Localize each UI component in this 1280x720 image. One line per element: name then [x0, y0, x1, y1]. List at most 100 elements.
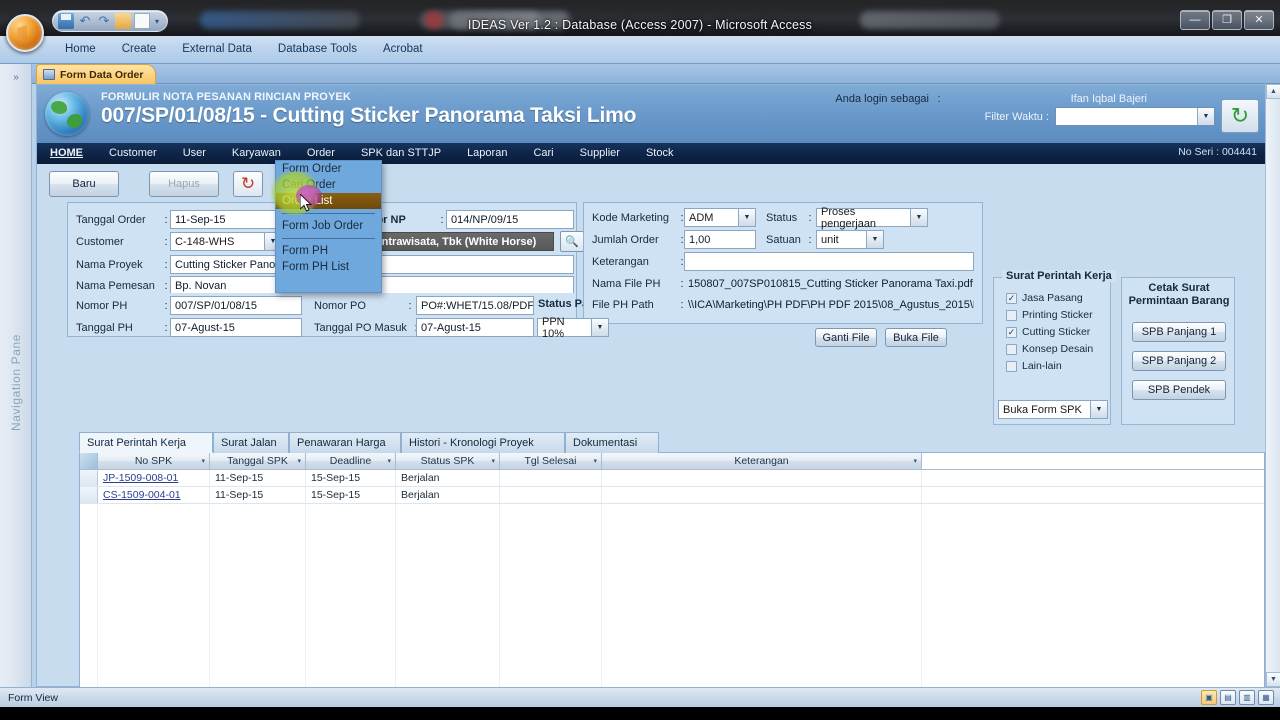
menu-item-stock[interactable]: Stock — [633, 143, 687, 164]
ribbon-tab-create[interactable]: Create — [109, 40, 170, 58]
customer-code-value[interactable]: C-148-WHS — [171, 233, 264, 250]
cell-empty[interactable] — [396, 521, 500, 538]
ribbon-tab-home[interactable]: Home — [52, 40, 109, 58]
chevron-down-icon[interactable]: ▾ — [491, 457, 495, 465]
cell-empty[interactable] — [500, 538, 602, 555]
menu-item-cari[interactable]: Cari — [520, 143, 566, 164]
cell-empty[interactable] — [396, 572, 500, 589]
cell-empty[interactable] — [500, 606, 602, 623]
chevron-down-icon[interactable]: ▾ — [387, 457, 391, 465]
cell-empty[interactable] — [80, 640, 98, 657]
menu-item-user[interactable]: User — [170, 143, 219, 164]
tanggal-po-input[interactable]: 07-Agust-15 — [416, 318, 534, 337]
checkbox-icon[interactable] — [1006, 309, 1017, 321]
checkbox-icon[interactable]: ✓ — [1006, 292, 1017, 304]
cell-empty[interactable] — [80, 606, 98, 623]
cell-empty[interactable] — [396, 657, 500, 674]
table-row-empty[interactable] — [80, 640, 1264, 657]
kode-marketing-value[interactable]: ADM — [685, 209, 738, 226]
design-view-icon[interactable]: ▦ — [1258, 690, 1274, 705]
menu-item-home[interactable]: HOME — [37, 143, 96, 164]
cell-no-spk[interactable]: JP-1509-008-01 — [103, 472, 178, 484]
chevron-down-icon[interactable]: ▾ — [297, 457, 301, 465]
cell-empty[interactable] — [500, 623, 602, 640]
scroll-down-icon[interactable]: ▼ — [1266, 672, 1280, 687]
layout-view-icon[interactable]: ▥ — [1239, 690, 1255, 705]
column-header-status-spk[interactable]: Status SPK ▾ — [396, 453, 500, 469]
cell-empty[interactable] — [306, 606, 396, 623]
menu-item-supplier[interactable]: Supplier — [567, 143, 633, 164]
cell-empty[interactable] — [80, 555, 98, 572]
menu-item-form-job-order[interactable]: Form Job Order — [276, 218, 381, 234]
ribbon-tab-external-data[interactable]: External Data — [169, 40, 265, 58]
cell-empty[interactable] — [306, 589, 396, 606]
cell-empty[interactable] — [210, 555, 306, 572]
nomor-np-input[interactable]: 014/NP/09/15 — [446, 210, 574, 229]
table-row-empty[interactable] — [80, 572, 1264, 589]
cell-empty[interactable] — [98, 589, 210, 606]
checkbox-icon[interactable] — [1006, 360, 1017, 372]
undo-icon[interactable]: ↶ — [77, 13, 93, 29]
cell-empty[interactable] — [306, 572, 396, 589]
checkbox-konsep-desain[interactable]: Konsep Desain — [1006, 343, 1093, 355]
cell-empty[interactable] — [500, 521, 602, 538]
status-pajak-combo[interactable]: PPN 10% ▼ — [537, 316, 609, 340]
spb-panjang-2-button[interactable]: SPB Panjang 2 — [1132, 351, 1226, 371]
datasheet-empty-area[interactable] — [80, 504, 1264, 699]
cell-empty[interactable] — [306, 657, 396, 674]
row-selector[interactable] — [80, 487, 98, 503]
cell-empty[interactable] — [602, 572, 922, 589]
new-document-icon[interactable] — [134, 13, 150, 29]
cell-empty[interactable] — [306, 640, 396, 657]
menu-item-form-order[interactable]: Form Order — [276, 161, 381, 177]
hapus-button[interactable]: Hapus — [149, 171, 219, 197]
cell-empty[interactable] — [396, 640, 500, 657]
tab-penawaran-harga[interactable]: Penawaran Harga — [289, 432, 401, 453]
column-header-tgl-selesai[interactable]: Tgl Selesai ▾ — [500, 453, 602, 469]
column-header-keterangan[interactable]: Keterangan ▾ — [602, 453, 922, 469]
checkbox-jasa-pasang[interactable]: ✓ Jasa Pasang — [1006, 292, 1083, 304]
cell-empty[interactable] — [602, 538, 922, 555]
tab-surat-perintah-kerja[interactable]: Surat Perintah Kerja — [79, 432, 213, 453]
cell-empty[interactable] — [306, 504, 396, 521]
chevron-down-icon[interactable]: ▼ — [910, 209, 927, 226]
column-header-deadline[interactable]: Deadline ▾ — [306, 453, 396, 469]
cell-tgl-selesai[interactable] — [500, 470, 602, 486]
cell-empty[interactable] — [210, 640, 306, 657]
cell-empty[interactable] — [210, 504, 306, 521]
ganti-file-button[interactable]: Ganti File — [815, 328, 877, 347]
cell-empty[interactable] — [98, 572, 210, 589]
chevron-down-icon[interactable]: ▼ — [738, 209, 755, 226]
cell-empty[interactable] — [602, 589, 922, 606]
scroll-up-icon[interactable]: ▲ — [1266, 84, 1280, 99]
row-selector[interactable] — [80, 470, 98, 486]
cell-empty[interactable] — [500, 589, 602, 606]
table-row-empty[interactable] — [80, 589, 1264, 606]
datasheet-view-icon[interactable]: ▤ — [1220, 690, 1236, 705]
close-button[interactable]: ✕ — [1244, 10, 1274, 30]
cell-empty[interactable] — [306, 623, 396, 640]
chevron-down-icon[interactable]: ▼ — [1197, 108, 1214, 125]
cell-status-spk[interactable]: Berjalan — [396, 470, 500, 486]
jumlah-order-input[interactable]: 1,00 — [684, 230, 756, 249]
cell-empty[interactable] — [80, 538, 98, 555]
nomor-ph-input[interactable]: 007/SP/01/08/15 — [170, 296, 302, 315]
restore-button[interactable]: ❐ — [1212, 10, 1242, 30]
cell-empty[interactable] — [98, 521, 210, 538]
quick-access-toolbar[interactable]: ↶ ↷ ▾ — [52, 10, 169, 32]
search-icon[interactable]: 🔍 — [560, 231, 584, 252]
office-button[interactable] — [6, 14, 44, 52]
tab-dokumentasi[interactable]: Dokumentasi — [565, 432, 659, 453]
document-tab-form-data-order[interactable]: Form Data Order — [36, 64, 157, 84]
spb-panjang-1-button[interactable]: SPB Panjang 1 — [1132, 322, 1226, 342]
satuan-value[interactable]: unit — [817, 231, 866, 248]
kode-marketing-combo[interactable]: ADM ▼ — [684, 208, 756, 227]
status-pajak-value[interactable]: PPN 10% — [538, 316, 591, 340]
open-folder-icon[interactable] — [115, 13, 131, 29]
table-row-empty[interactable] — [80, 538, 1264, 555]
cell-empty[interactable] — [500, 572, 602, 589]
keterangan-input[interactable] — [684, 252, 974, 271]
cell-empty[interactable] — [98, 538, 210, 555]
menu-item-laporan[interactable]: Laporan — [454, 143, 520, 164]
status-value[interactable]: Proses pengerjaan — [817, 206, 910, 230]
